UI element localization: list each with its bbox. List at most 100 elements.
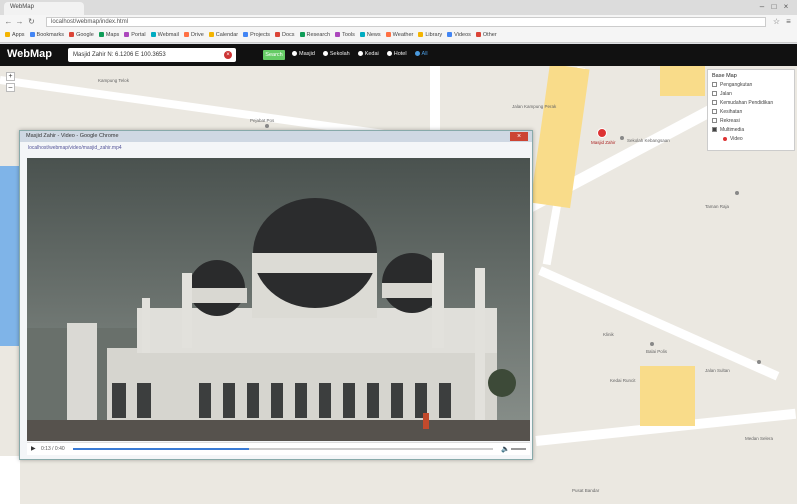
- bookmark-icon: [5, 32, 10, 38]
- map-label: Kampung Telok: [98, 78, 129, 83]
- bookmark-item[interactable]: Apps: [5, 32, 25, 38]
- star-icon[interactable]: ☆: [772, 17, 781, 26]
- bookmark-icon: [274, 32, 280, 38]
- mosque-marker-icon[interactable]: [597, 128, 607, 138]
- bookmark-item[interactable]: Calendar: [208, 32, 238, 38]
- bookmark-item[interactable]: Docs: [274, 32, 295, 38]
- poi-icon[interactable]: [735, 191, 739, 195]
- bookmark-item[interactable]: Bookmarks: [29, 32, 64, 38]
- filter-hotel[interactable]: Hotel: [386, 51, 407, 57]
- bookmark-item[interactable]: Projects: [243, 32, 270, 38]
- bookmark-icon: [183, 32, 189, 38]
- legend-item[interactable]: Kesihatan: [712, 108, 790, 117]
- bookmark-item[interactable]: Videos: [447, 32, 471, 38]
- major-road: [640, 366, 695, 426]
- minimize-icon[interactable]: –: [757, 2, 767, 11]
- legend-item[interactable]: Pengangkutan: [712, 81, 790, 90]
- filter-all[interactable]: All: [414, 51, 428, 57]
- search-value: Masjid Zahir N: 6.1206 E 100.3653: [73, 52, 166, 58]
- map-label: Balai Polis: [646, 349, 668, 354]
- poi-icon[interactable]: [265, 124, 269, 128]
- poi-icon[interactable]: [620, 136, 624, 140]
- maximize-icon[interactable]: □: [769, 2, 779, 11]
- checkbox-icon[interactable]: [712, 100, 717, 106]
- checkbox-icon[interactable]: [712, 127, 717, 133]
- bookmark-icon: [335, 32, 341, 38]
- bookmark-icon: [150, 32, 156, 38]
- play-icon[interactable]: ▶: [31, 446, 37, 453]
- forward-icon[interactable]: →: [15, 17, 24, 26]
- search-input[interactable]: Masjid Zahir N: 6.1206 E 100.3653 ×: [68, 48, 236, 62]
- poi-icon[interactable]: [650, 342, 654, 346]
- video-url[interactable]: localhost/webmap/video/masjid_zahir.mp4: [28, 145, 122, 151]
- filter-label: All: [421, 51, 428, 57]
- checkbox-icon[interactable]: [712, 118, 717, 124]
- filter-sekolah[interactable]: Sekolah: [322, 51, 350, 57]
- menu-icon[interactable]: ≡: [784, 17, 793, 26]
- radio-icon: [292, 51, 297, 57]
- close-popup-button[interactable]: ×: [510, 132, 528, 141]
- bookmark-label: Portal: [131, 32, 146, 38]
- major-road: [660, 66, 705, 96]
- reload-icon[interactable]: ↻: [27, 17, 36, 26]
- legend-item[interactable]: Kemudahan Pendidikan: [712, 99, 790, 108]
- bookmark-icon: [447, 32, 453, 38]
- video-marker-icon: [722, 135, 728, 142]
- filter-label: Kedai: [364, 51, 379, 57]
- bookmark-label: Google: [76, 32, 94, 38]
- video-popup: Masjid Zahir - Video - Google Chrome × l…: [19, 130, 533, 460]
- bookmark-item[interactable]: Research: [299, 32, 330, 38]
- mosque-video-frame: [27, 158, 530, 441]
- bookmark-item[interactable]: News: [359, 32, 381, 38]
- browser-tab[interactable]: WebMap: [4, 2, 84, 15]
- bookmark-label: Other: [482, 32, 497, 38]
- bookmark-icon: [385, 32, 391, 38]
- bookmark-item[interactable]: Other: [475, 32, 497, 38]
- checkbox-icon[interactable]: [712, 82, 717, 88]
- bookmark-item[interactable]: Tools: [335, 32, 355, 38]
- bookmarks-bar: Apps Bookmarks Google Maps Portal Webmail Driv…: [0, 29, 797, 43]
- legend-item[interactable]: Rekreasi: [712, 117, 790, 126]
- layer-legend: Base Map Pengangkutan Jalan Kemudahan Pe…: [707, 69, 795, 151]
- legend-label: Jalan: [720, 91, 732, 97]
- volume-slider[interactable]: [511, 448, 526, 450]
- bookmark-item[interactable]: Webmail: [150, 32, 179, 38]
- volume-icon[interactable]: 🔈: [501, 445, 510, 453]
- filter-kedai[interactable]: Kedai: [357, 51, 379, 57]
- bookmark-item[interactable]: Portal: [124, 32, 146, 38]
- bookmark-label: Webmail: [157, 32, 179, 38]
- bookmark-icon: [475, 32, 481, 38]
- close-icon[interactable]: ×: [781, 2, 791, 11]
- map-label: Jalan Kampung Perak: [512, 104, 557, 109]
- zoom-in-button[interactable]: +: [6, 72, 15, 81]
- checkbox-icon[interactable]: [712, 91, 717, 97]
- bookmark-icon: [299, 32, 305, 38]
- video-player[interactable]: [27, 158, 530, 441]
- filter-label: Hotel: [393, 51, 407, 57]
- poi-icon[interactable]: [757, 360, 761, 364]
- filter-masjid[interactable]: Masjid: [292, 51, 315, 57]
- bookmark-label: Tools: [342, 32, 355, 38]
- address-bar[interactable]: localhost/webmap/index.html: [46, 17, 766, 27]
- legend-item[interactable]: Video: [712, 135, 790, 144]
- search-button[interactable]: Search: [263, 50, 285, 60]
- bookmark-item[interactable]: Maps: [98, 32, 120, 38]
- zoom-out-button[interactable]: –: [6, 83, 15, 92]
- seek-bar[interactable]: [73, 448, 493, 450]
- bookmark-label: Videos: [454, 32, 471, 38]
- bookmark-item[interactable]: Drive: [183, 32, 204, 38]
- legend-item[interactable]: Jalan: [712, 90, 790, 99]
- bookmark-item[interactable]: Library: [418, 32, 442, 38]
- clear-search-icon[interactable]: ×: [224, 51, 232, 59]
- back-icon[interactable]: ←: [4, 17, 13, 26]
- legend-item[interactable]: Multimedia: [712, 126, 790, 135]
- tab-strip: WebMap – □ ×: [0, 0, 797, 15]
- legend-label: Video: [730, 136, 743, 142]
- checkbox-icon[interactable]: [712, 109, 717, 115]
- bookmark-item[interactable]: Google: [69, 32, 94, 38]
- bookmark-label: News: [366, 32, 381, 38]
- address-row: ← → ↻ localhost/webmap/index.html ☆ ≡: [0, 15, 797, 29]
- bookmark-item[interactable]: Weather: [385, 32, 413, 38]
- bookmark-label: Docs: [281, 32, 295, 38]
- bookmark-label: Maps: [105, 32, 120, 38]
